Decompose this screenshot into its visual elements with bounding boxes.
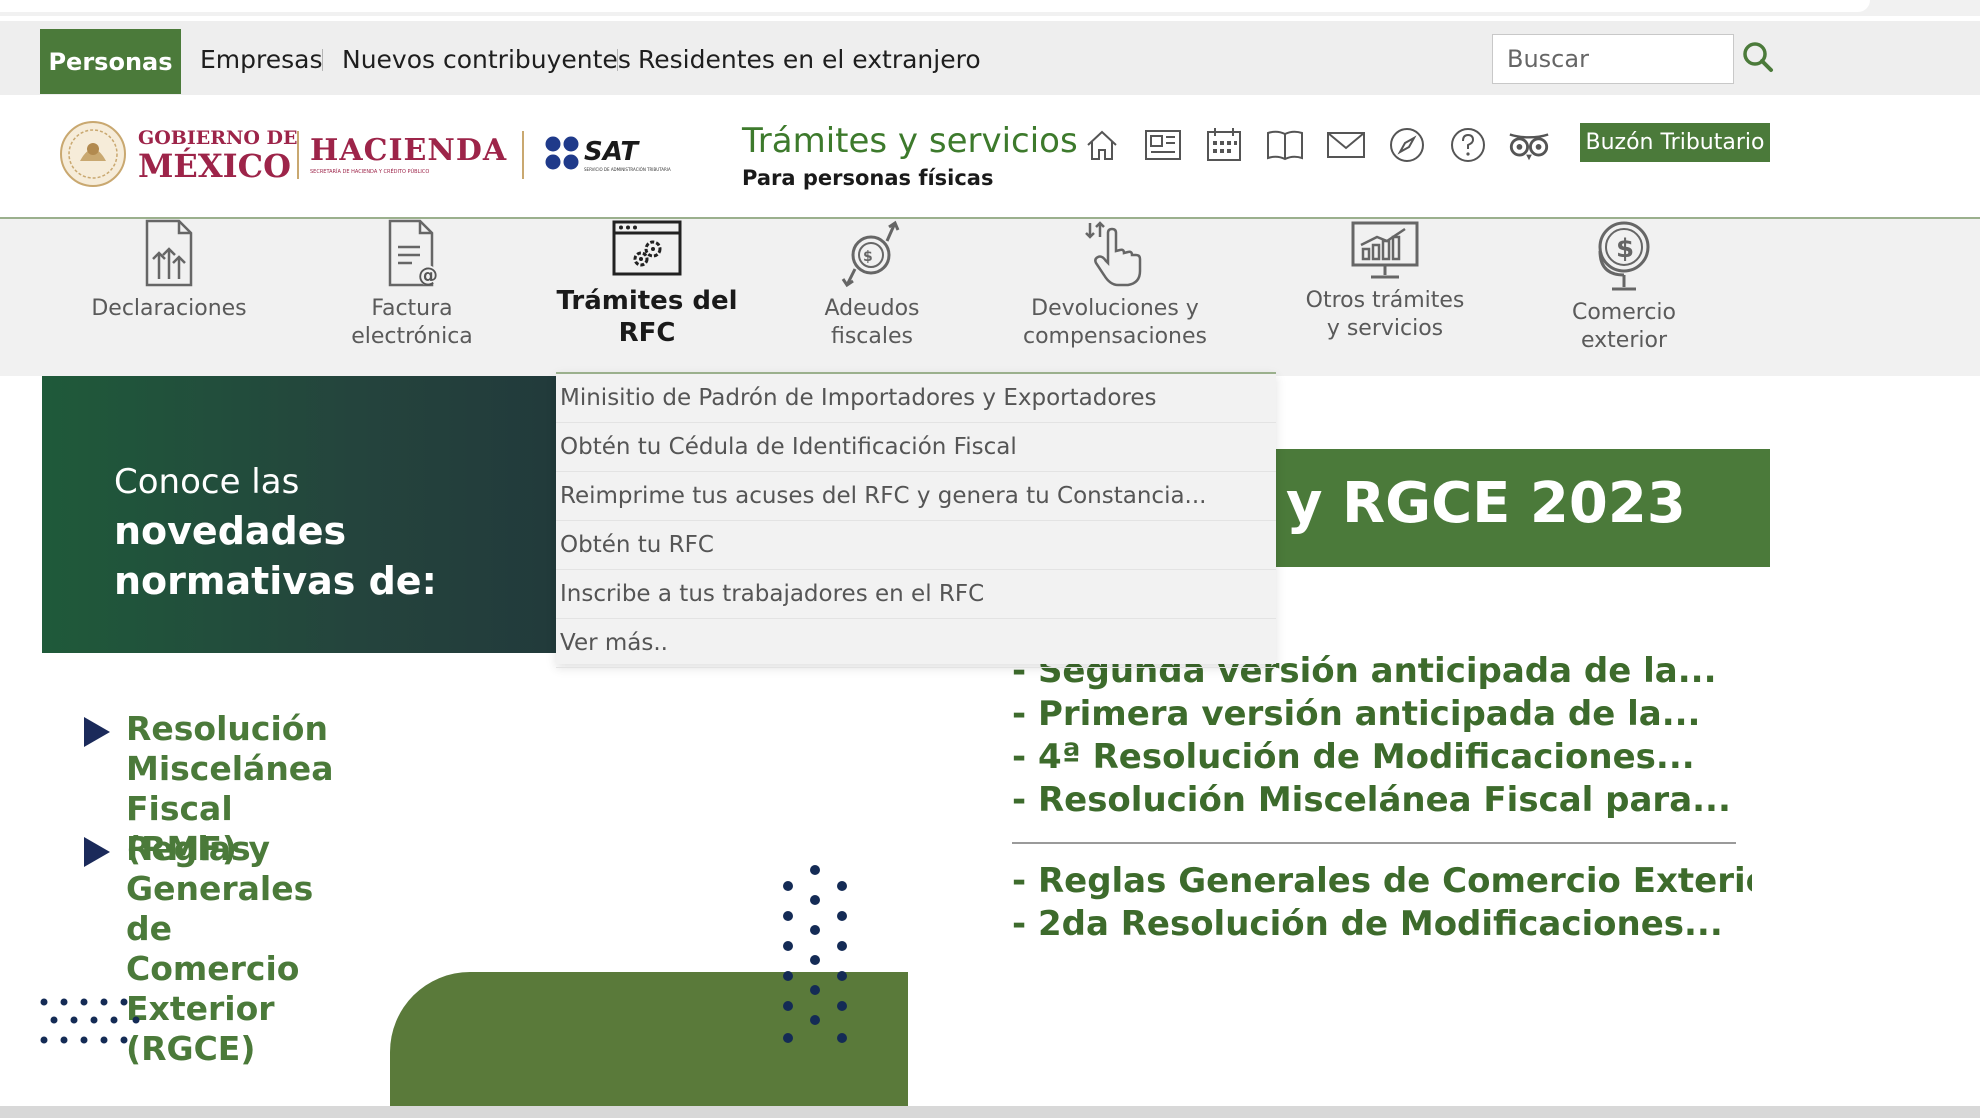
category-tramites-rfc[interactable]: Trámites del RFC [527,219,767,369]
dropdown-item-cedula[interactable]: Obtén tu Cédula de Identificación Fiscal [556,423,1276,472]
section-subtitle: Para personas físicas [742,166,994,190]
rgce-document-list: - Reglas Generales de Comercio Exterior.… [1012,860,1752,946]
decorative-dots-vertical [783,865,847,1043]
personas-tab[interactable]: Personas [40,29,181,94]
adeudos-icon: $ [841,220,900,288]
nav-separator [322,49,323,71]
rgce-link[interactable]: - Reglas Generales de Comercio Exterior.… [1012,860,1752,903]
section-title: Trámites y servicios [742,121,1078,161]
factura-icon: @ [388,219,438,287]
site-header: GOBIERNO DE MÉXICO HACIENDA SECRETARÍA D… [0,95,1980,219]
logo-divider [297,131,299,179]
book-icon [1267,130,1303,161]
horizontal-scrollbar[interactable] [0,1106,1980,1118]
rfc-dropdown-menu: Minisitio de Padrón de Importadores y Ex… [556,372,1276,668]
sat-text: SAT [584,137,639,167]
dropdown-item-trabajadores[interactable]: Inscribe a tus trabajadores en el RFC [556,570,1276,619]
newspaper-icon [1145,130,1181,160]
mail-icon [1327,132,1365,158]
category-label: Adeudos fiscales [824,296,920,349]
nav-link-nuevos-contribuyentes[interactable]: Nuevos contribuyentes [342,45,631,74]
play-triangle-icon [84,717,110,747]
category-label: Comercio exterior [1571,300,1677,353]
gobierno-line1: GOBIERNO DE [138,127,298,149]
svg-text:$: $ [863,249,873,265]
rfc-icon [612,220,682,276]
hacienda-logo[interactable]: HACIENDA SECRETARÍA DE HACIENDA Y CRÉDIT… [306,129,506,179]
buzon-tributario-button[interactable]: Buzón Tributario [1580,123,1770,162]
help-button[interactable] [1446,123,1490,167]
rmf-link[interactable]: - Resolución Miscelánea Fiscal para... [1012,779,1752,822]
gobierno-line2: MÉXICO [138,147,291,185]
category-label: Trámites del RFC [556,286,738,348]
category-declaraciones[interactable]: Declaraciones [49,219,289,369]
search-button[interactable] [1738,37,1778,77]
category-label: Otros trámites y servicios [1305,288,1465,341]
news-button[interactable] [1141,123,1185,167]
comercio-icon: $ [1598,221,1650,291]
rmf-link[interactable]: - 4ª Resolución de Modificaciones... [1012,736,1752,779]
gobierno-mexico-logo[interactable]: GOBIERNO DE MÉXICO [58,119,298,189]
page-root: Personas Empresas Nuevos contribuyentes … [0,0,1980,1118]
browser-strip [0,0,1980,16]
explore-button[interactable] [1385,123,1429,167]
bullet-text: Reglas Generales de Comercio Exterior (R… [126,829,314,1068]
search-input[interactable] [1492,34,1734,84]
compass-icon [1390,128,1424,162]
list-divider [1012,842,1736,844]
calendar-icon [1207,128,1241,161]
home-icon [1087,130,1117,160]
calendar-button[interactable] [1202,123,1246,167]
category-bar: Declaraciones @ Factura electrónica Trám… [0,219,1980,376]
rgce-banner: y RGCE 2023 [1276,449,1770,567]
nav-link-empresas[interactable]: Empresas [200,45,323,74]
banner-line1: Conoce las [114,462,300,502]
search-icon [1743,42,1773,72]
declaraciones-icon [145,219,193,287]
accessibility-button[interactable] [1507,123,1551,167]
nav-separator [617,49,618,71]
category-factura-electronica[interactable]: @ Factura electrónica [292,219,532,369]
category-otros-tramites[interactable]: Otros trámites y servicios [1265,219,1505,369]
svg-text:$: $ [1616,234,1634,264]
rmf-document-list: - Segunda versión anticipada de la... - … [1012,650,1752,822]
nav-link-residentes-extranjero[interactable]: Residentes en el extranjero [638,45,981,74]
dropdown-item-obten-rfc[interactable]: Obtén tu RFC [556,521,1276,570]
escudo-icon [60,121,126,187]
dropdown-item-padron[interactable]: Minisitio de Padrón de Importadores y Ex… [556,374,1276,423]
sat-subtext: SERVICIO DE ADMINISTRACIÓN TRIBUTARIA [584,167,671,172]
otros-icon [1351,221,1419,279]
library-button[interactable] [1263,123,1307,167]
category-label: Declaraciones [91,296,247,321]
novedades-banner[interactable]: Conoce las novedades normativas de: [42,376,562,653]
browser-tab [0,0,1870,12]
hacienda-subtext: SECRETARÍA DE HACIENDA Y CRÉDITO PÚBLICO [310,169,430,175]
mail-button[interactable] [1324,123,1368,167]
home-button[interactable] [1080,123,1124,167]
top-nav: Personas Empresas Nuevos contribuyentes … [0,21,1980,95]
help-icon [1451,128,1485,162]
rmf-link[interactable]: - Primera versión anticipada de la... [1012,693,1752,736]
banner-right-text: y RGCE 2023 [1286,471,1686,536]
category-adeudos-fiscales[interactable]: $ Adeudos fiscales [752,219,992,369]
hacienda-text: HACIENDA [310,133,508,168]
category-devoluciones[interactable]: Devoluciones y compensaciones [995,219,1235,369]
category-label: Factura electrónica [351,296,473,349]
sat-logo[interactable]: SAT SERVICIO DE ADMINISTRACIÓN TRIBUTARI… [522,129,707,179]
devoluciones-icon [1085,221,1142,287]
sat-dots-icon [545,136,579,170]
owl-icon [1509,133,1549,161]
play-triangle-icon [84,837,110,867]
svg-text:@: @ [418,263,438,287]
dropdown-item-ver-mas[interactable]: Ver más.. [556,619,1276,668]
rgce-link[interactable]: - 2da Resolución de Modificaciones... [1012,903,1752,946]
decorative-dots-horizontal [40,998,140,1044]
category-label: Devoluciones y compensaciones [1023,296,1207,349]
dropdown-item-reimprime[interactable]: Reimprime tus acuses del RFC y genera tu… [556,472,1276,521]
category-comercio-exterior[interactable]: $ Comercio exterior [1504,219,1744,369]
banner-line2: novedades normativas de: [114,509,437,603]
